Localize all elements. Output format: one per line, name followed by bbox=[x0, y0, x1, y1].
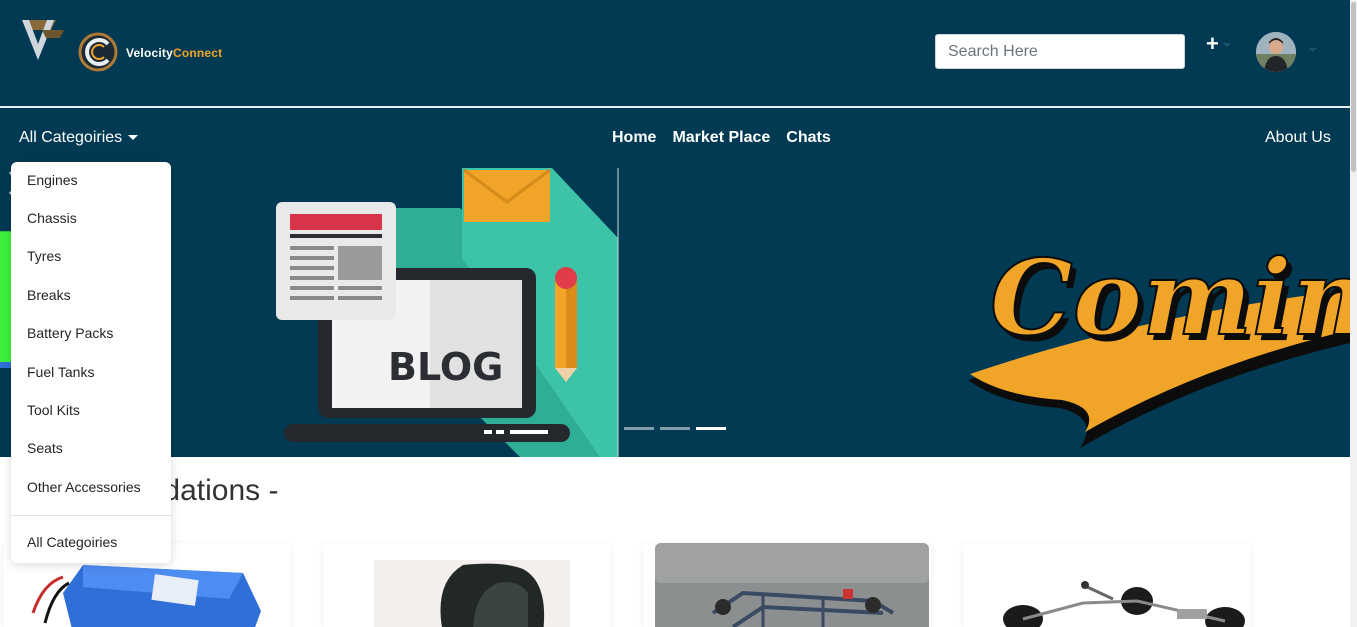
nav-market-place[interactable]: Market Place bbox=[672, 129, 770, 147]
nav-about-us[interactable]: About Us bbox=[1265, 129, 1331, 147]
categories-dropdown-menu: Engines Chassis Tyres Breaks Battery Pac… bbox=[11, 162, 171, 563]
carousel-indicator-3[interactable] bbox=[696, 427, 726, 430]
blog-text: BLOG bbox=[388, 345, 503, 389]
scrollbar-thumb[interactable] bbox=[1351, 2, 1356, 172]
plus-icon: + bbox=[1206, 31, 1219, 56]
dropdown-item-chassis[interactable]: Chassis bbox=[27, 210, 77, 226]
product-card[interactable] bbox=[643, 543, 931, 627]
hero-carousel: R R BLOG bbox=[0, 168, 1350, 457]
avatar[interactable] bbox=[1256, 32, 1296, 72]
brand-name: VelocityConnect bbox=[126, 46, 222, 60]
dropdown-item-engines[interactable]: Engines bbox=[27, 172, 78, 188]
coming-text: Coming bbox=[990, 236, 1350, 359]
dropdown-item-tool-kits[interactable]: Tool Kits bbox=[27, 402, 80, 418]
product-image bbox=[323, 543, 611, 627]
dropdown-item-battery-packs[interactable]: Battery Packs bbox=[27, 325, 113, 341]
product-card[interactable] bbox=[323, 543, 611, 627]
product-card[interactable] bbox=[963, 543, 1251, 627]
nav-home[interactable]: Home bbox=[612, 129, 656, 147]
nav-bar: All Categoiries Home Market Place Chats … bbox=[0, 108, 1350, 168]
nav-chats[interactable]: Chats bbox=[786, 129, 830, 147]
carousel-indicators bbox=[624, 427, 726, 430]
brand-suffix: Connect bbox=[172, 46, 223, 60]
dropdown-item-other-accessories[interactable]: Other Accessories bbox=[27, 479, 141, 495]
carousel-indicator-1[interactable] bbox=[624, 427, 654, 430]
search-input[interactable] bbox=[935, 34, 1185, 69]
avatar-image bbox=[1256, 32, 1296, 72]
carousel-indicator-2[interactable] bbox=[660, 427, 690, 430]
carousel-slide-image: R R BLOG bbox=[0, 168, 1350, 457]
product-image bbox=[643, 543, 931, 627]
categories-dropdown-toggle[interactable]: All Categoiries bbox=[19, 129, 139, 147]
dropdown-item-seats[interactable]: Seats bbox=[27, 440, 63, 456]
chevron-down-icon bbox=[1309, 48, 1317, 52]
dropdown-item-tyres[interactable]: Tyres bbox=[27, 248, 61, 264]
caret-down-icon bbox=[128, 135, 139, 141]
top-header: VelocityConnect + bbox=[0, 0, 1350, 106]
add-button[interactable]: + bbox=[1206, 32, 1242, 56]
user-menu[interactable] bbox=[1256, 32, 1317, 72]
dropdown-divider bbox=[11, 515, 171, 516]
dropdown-item-breaks[interactable]: Breaks bbox=[27, 287, 71, 303]
categories-toggle-label: All Categoiries bbox=[19, 129, 123, 146]
dropdown-item-all-categories[interactable]: All Categoiries bbox=[27, 534, 117, 550]
page: VelocityConnect + All Categoiries Home M… bbox=[0, 0, 1357, 627]
nav-links: Home Market Place Chats bbox=[612, 129, 831, 147]
product-image bbox=[963, 543, 1251, 627]
chevron-down-icon bbox=[1222, 43, 1231, 48]
brand-prefix: Velocity bbox=[126, 46, 173, 60]
dropdown-item-fuel-tanks[interactable]: Fuel Tanks bbox=[27, 364, 94, 380]
